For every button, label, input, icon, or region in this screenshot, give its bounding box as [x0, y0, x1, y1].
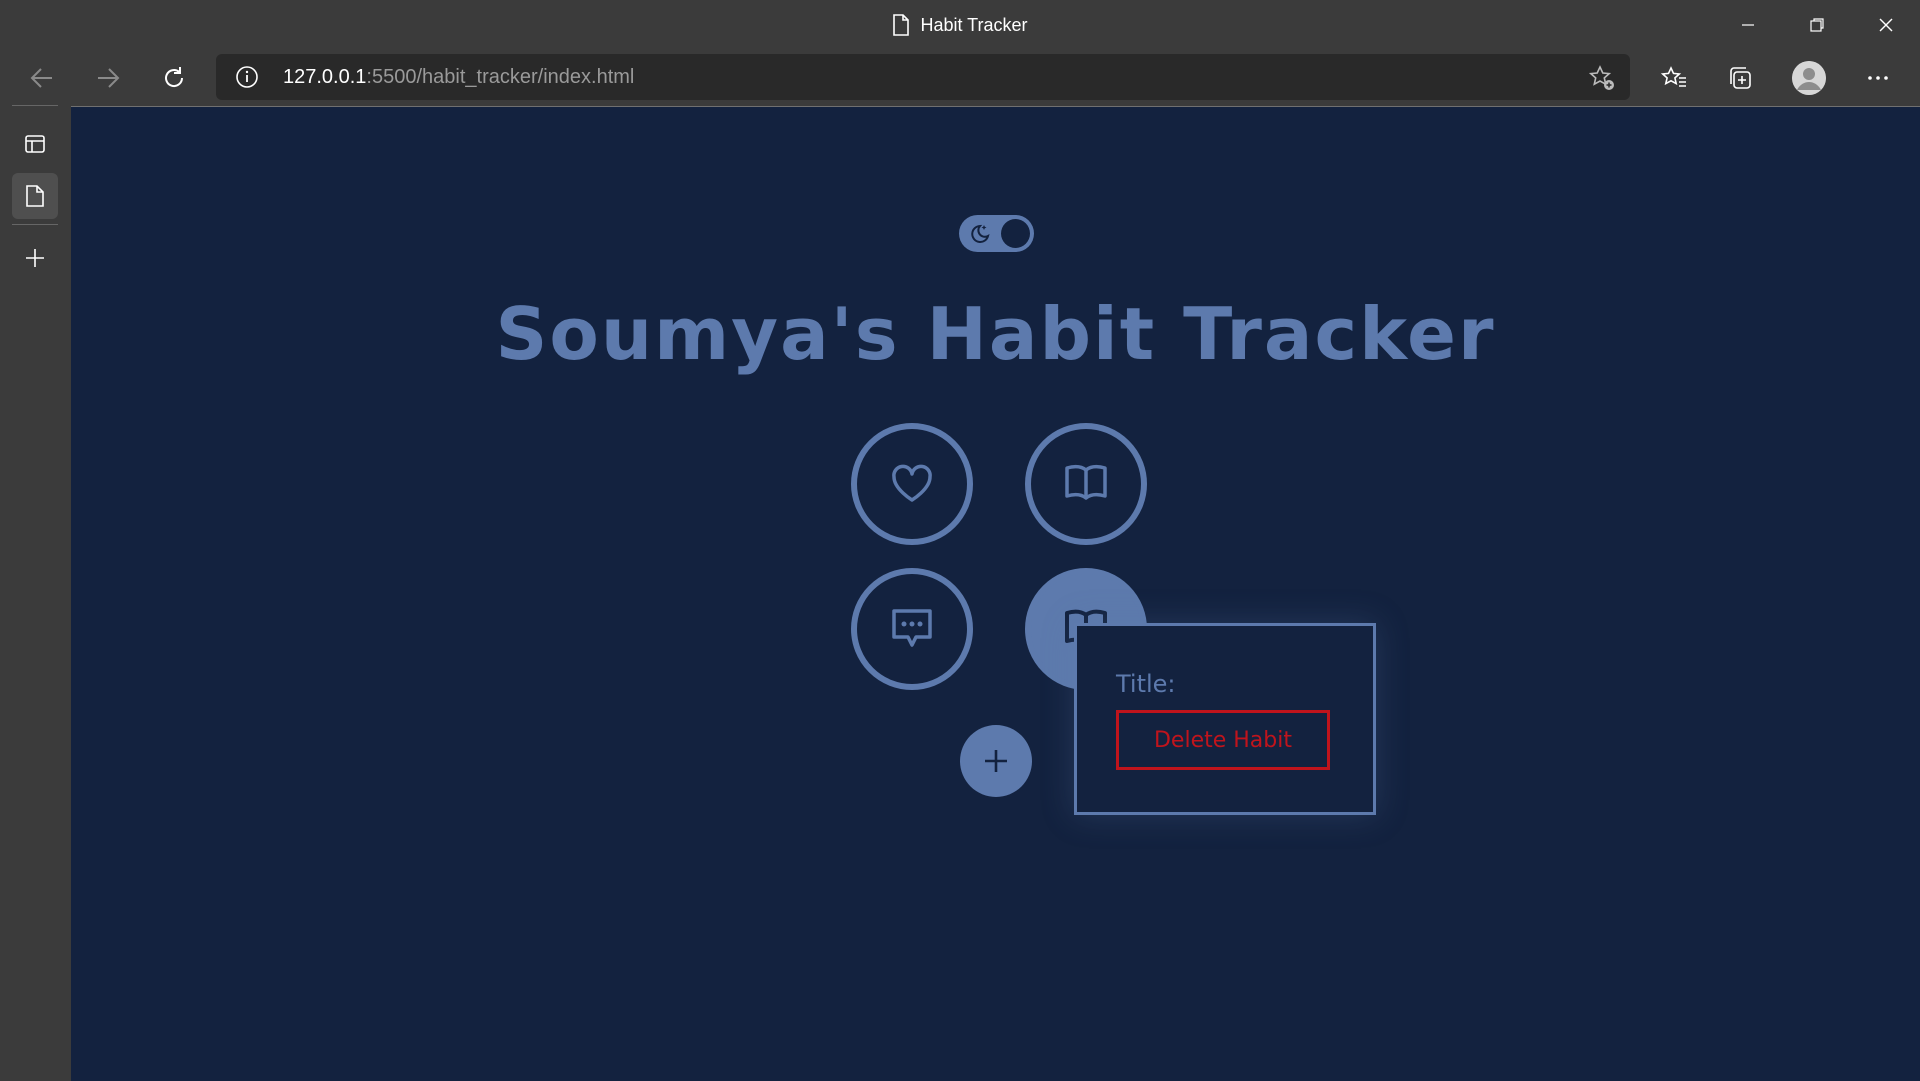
refresh-icon: [165, 67, 184, 87]
refresh-button[interactable]: [158, 62, 190, 94]
restore-button[interactable]: [1782, 0, 1851, 50]
message-dots-icon: [892, 609, 932, 647]
book-open-icon: [1065, 464, 1107, 500]
more-icon: [1868, 76, 1888, 80]
close-icon: [1879, 18, 1892, 32]
page-icon: [26, 185, 44, 207]
back-button[interactable]: [26, 62, 58, 94]
close-window-button[interactable]: [1851, 0, 1920, 50]
arrow-left-icon: [30, 68, 52, 88]
forward-button[interactable]: [92, 62, 124, 94]
page-icon: [893, 14, 910, 36]
url-text[interactable]: 127.0.0.1:5500/habit_tracker/index.html: [283, 54, 634, 100]
add-habit-button[interactable]: [960, 725, 1032, 797]
theme-toggle[interactable]: [959, 215, 1034, 252]
habit-heart[interactable]: [851, 423, 973, 545]
heart-icon: [892, 464, 932, 502]
minimize-button[interactable]: [1713, 0, 1782, 50]
page-content: Soumya's Habit Tracker Title: Delete Hab…: [71, 106, 1920, 1081]
plus-icon: [985, 750, 1007, 772]
window-controls: [1713, 0, 1920, 50]
delete-habit-button[interactable]: Delete Habit: [1116, 710, 1330, 770]
tab-actions-button[interactable]: [12, 121, 58, 167]
collections-button[interactable]: [1724, 62, 1756, 94]
more-menu-button[interactable]: [1862, 62, 1894, 94]
address-bar[interactable]: 127.0.0.1:5500/habit_tracker/index.html: [216, 54, 1630, 100]
add-favorite-icon[interactable]: [1588, 64, 1616, 92]
sidebar-divider: [12, 105, 58, 106]
arrow-right-icon: [98, 68, 120, 88]
popup-title-label: Title:: [1116, 670, 1176, 698]
sidebar-divider: [12, 224, 58, 225]
habit-message[interactable]: [851, 568, 973, 690]
info-icon: [236, 66, 258, 88]
collections-icon: [1730, 67, 1751, 89]
window-title: Habit Tracker: [920, 14, 1028, 35]
favorites-button[interactable]: [1658, 62, 1690, 94]
url-host: 127.0.0.1: [283, 66, 367, 88]
restore-icon: [1809, 18, 1824, 32]
moon-star-icon: [971, 224, 990, 243]
habit-popup: Title: Delete Habit: [1074, 623, 1376, 815]
vertical-tabs-sidebar: [0, 105, 71, 1080]
url-path: :5500/habit_tracker/index.html: [366, 66, 635, 88]
window-title-area: Habit Tracker: [0, 0, 1920, 50]
plus-icon: [26, 249, 44, 267]
tab-panel-icon: [25, 135, 45, 153]
sidebar-tab-habit-tracker[interactable]: [12, 173, 58, 219]
page-title: Soumya's Habit Tracker: [495, 292, 1496, 376]
new-tab-button[interactable]: [12, 235, 58, 281]
user-icon: [1792, 61, 1826, 95]
minimize-icon: [1741, 24, 1754, 26]
habit-reading[interactable]: [1025, 423, 1147, 545]
profile-avatar[interactable]: [1792, 61, 1826, 95]
favorites-icon: [1660, 66, 1686, 87]
title-bar: Habit Tracker: [0, 0, 1920, 50]
browser-toolbar: 127.0.0.1:5500/habit_tracker/index.html: [0, 50, 1920, 105]
toggle-knob: [1001, 219, 1030, 248]
